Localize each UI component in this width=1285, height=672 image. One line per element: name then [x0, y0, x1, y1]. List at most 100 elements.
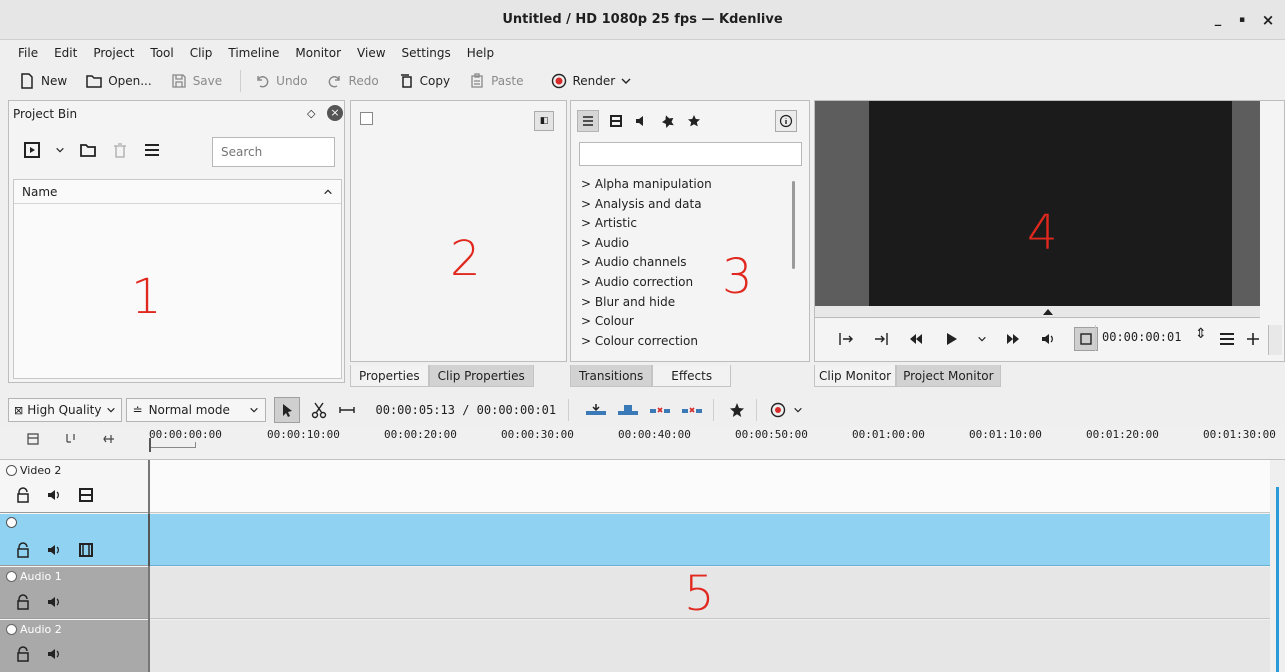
- monitor-timecode[interactable]: 00:00:00:01: [1102, 330, 1181, 344]
- add-clip-icon[interactable]: [23, 141, 41, 159]
- close-panel-icon[interactable]: ×: [327, 105, 343, 121]
- monitor-view[interactable]: 4: [815, 101, 1260, 306]
- undo-button[interactable]: Undo: [247, 67, 313, 95]
- edit-mode-select[interactable]: ≐ Normal mode: [125, 398, 266, 422]
- audio-effects-icon[interactable]: [633, 112, 651, 130]
- playhead-marker[interactable]: [1043, 309, 1053, 315]
- effects-scrollbar[interactable]: [792, 181, 795, 269]
- menu-help[interactable]: Help: [459, 41, 502, 65]
- hide-video-icon[interactable]: [78, 542, 94, 558]
- tab-transitions[interactable]: Transitions: [570, 365, 653, 387]
- effects-search-input[interactable]: [579, 142, 802, 166]
- effect-category[interactable]: > Analysis and data: [577, 195, 787, 215]
- track-name[interactable]: Audio 1: [20, 570, 62, 583]
- save-button[interactable]: Save: [164, 67, 228, 95]
- copy-button[interactable]: Copy: [391, 67, 456, 95]
- set-in-point-icon[interactable]: [837, 330, 855, 348]
- tab-project-monitor[interactable]: Project Monitor: [896, 365, 1001, 387]
- effect-category[interactable]: > Audio: [577, 234, 787, 254]
- add-folder-icon[interactable]: [79, 141, 97, 159]
- chevron-down-icon[interactable]: [55, 145, 65, 155]
- spacer-tool-icon[interactable]: [338, 401, 356, 419]
- bin-search-input[interactable]: [212, 137, 335, 167]
- razor-tool-icon[interactable]: [310, 401, 328, 419]
- quality-select[interactable]: ⊠ High Quality: [8, 398, 122, 422]
- track-lane-audio-2[interactable]: [150, 620, 1270, 672]
- overwrite-clip-icon[interactable]: [617, 403, 639, 417]
- monitor-ruler[interactable]: [815, 306, 1260, 318]
- tab-effects[interactable]: Effects: [652, 365, 732, 387]
- collapse-tracks-icon[interactable]: [64, 432, 78, 446]
- track-active-toggle[interactable]: [6, 517, 17, 528]
- set-out-point-icon[interactable]: [872, 330, 890, 348]
- info-icon[interactable]: [775, 110, 797, 132]
- menu-project[interactable]: Project: [85, 41, 142, 65]
- effect-category[interactable]: > Artistic: [577, 214, 787, 234]
- maximize-button[interactable]: ▪: [1232, 10, 1252, 30]
- custom-effects-icon[interactable]: [659, 112, 677, 130]
- effect-category[interactable]: > Alpha manipulation: [577, 175, 787, 195]
- mute-audio-icon[interactable]: [46, 542, 62, 558]
- hamburger-menu-icon[interactable]: [1219, 331, 1235, 347]
- timecode-spinner-icon[interactable]: ⇕: [1195, 326, 1207, 342]
- timeline-position[interactable]: 00:00:05:13 / 00:00:00:01: [376, 403, 557, 417]
- select-tool-icon[interactable]: [273, 397, 300, 423]
- menu-icon[interactable]: [143, 141, 161, 159]
- open-button[interactable]: Open...: [79, 67, 158, 95]
- properties-settings-icon[interactable]: ◧: [534, 111, 554, 131]
- track-header-audio-1[interactable]: Audio 1: [0, 567, 148, 619]
- lock-icon[interactable]: [16, 542, 30, 558]
- zone-marker[interactable]: [150, 442, 196, 448]
- trash-icon[interactable]: [111, 141, 129, 159]
- favorite-star-icon[interactable]: [728, 401, 746, 419]
- track-header-video-1[interactable]: [0, 514, 148, 566]
- menu-edit[interactable]: Edit: [46, 41, 85, 65]
- insert-clip-icon[interactable]: [585, 403, 607, 417]
- fit-tracks-icon[interactable]: [26, 432, 40, 446]
- track-active-toggle[interactable]: [6, 465, 17, 476]
- tab-clip-monitor[interactable]: Clip Monitor: [814, 365, 897, 387]
- chevron-down-icon[interactable]: [793, 405, 803, 415]
- fast-forward-icon[interactable]: [1004, 330, 1022, 348]
- track-name[interactable]: Audio 2: [20, 623, 62, 636]
- close-button[interactable]: ×: [1258, 10, 1278, 30]
- video-effects-icon[interactable]: [607, 112, 625, 130]
- bin-column-header[interactable]: Name: [14, 180, 341, 204]
- bin-list[interactable]: Name: [13, 179, 342, 379]
- menu-clip[interactable]: Clip: [182, 41, 221, 65]
- track-name[interactable]: Video 2: [20, 464, 61, 477]
- menu-settings[interactable]: Settings: [394, 41, 459, 65]
- track-header-audio-2[interactable]: Audio 2: [0, 620, 148, 672]
- play-icon[interactable]: [942, 330, 960, 348]
- effect-category[interactable]: > Audio correction: [577, 273, 787, 293]
- effect-category[interactable]: > Colour: [577, 312, 787, 332]
- track-options-icon[interactable]: [102, 432, 116, 446]
- properties-checkbox[interactable]: [360, 112, 373, 125]
- lock-icon[interactable]: [16, 594, 30, 610]
- list-view-icon[interactable]: [577, 110, 599, 132]
- effect-category[interactable]: > Blur and hide: [577, 293, 787, 313]
- lift-clip-icon[interactable]: [649, 403, 671, 417]
- rewind-icon[interactable]: [907, 330, 925, 348]
- redo-button[interactable]: Redo: [320, 67, 385, 95]
- minimize-button[interactable]: _: [1208, 10, 1228, 30]
- lock-icon[interactable]: [16, 646, 30, 662]
- float-icon[interactable]: ◇: [307, 107, 315, 120]
- tab-clip-properties[interactable]: Clip Properties: [428, 365, 534, 387]
- add-icon[interactable]: [1245, 331, 1261, 347]
- track-active-toggle[interactable]: [6, 624, 17, 635]
- lock-icon[interactable]: [16, 487, 30, 503]
- extract-clip-icon[interactable]: [681, 403, 703, 417]
- hide-video-icon[interactable]: [78, 487, 94, 503]
- new-button[interactable]: New: [12, 67, 73, 95]
- track-active-toggle[interactable]: [6, 571, 17, 582]
- mute-audio-icon[interactable]: [46, 594, 62, 610]
- render-button[interactable]: Render: [544, 67, 639, 95]
- playhead[interactable]: [149, 438, 151, 452]
- timeline-scrollbar[interactable]: [1276, 487, 1279, 672]
- effect-category[interactable]: > Colour correction: [577, 332, 787, 352]
- favorite-star-icon[interactable]: [685, 112, 703, 130]
- tab-properties[interactable]: Properties: [350, 365, 429, 387]
- paste-button[interactable]: Paste: [462, 67, 529, 95]
- menu-file[interactable]: File: [10, 41, 46, 65]
